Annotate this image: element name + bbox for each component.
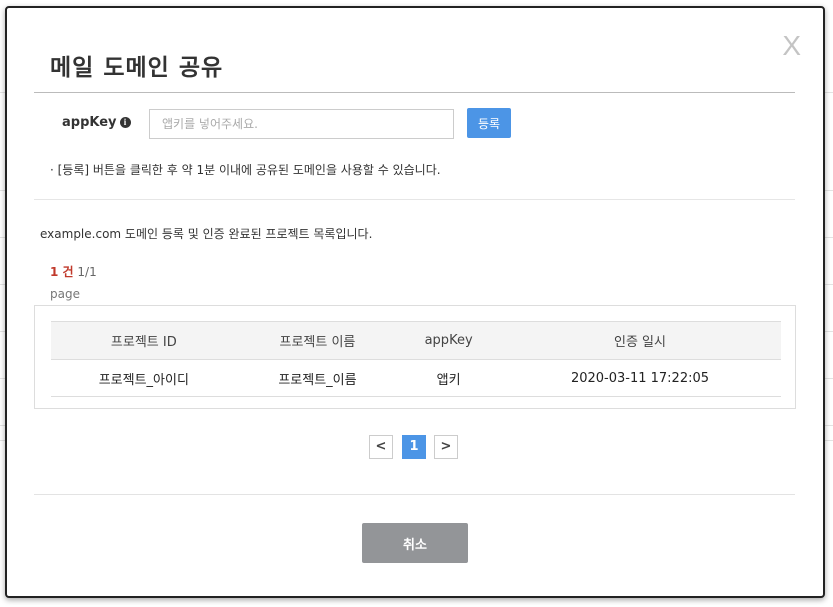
close-button[interactable]: X [782,30,801,62]
appkey-label: appKey i [62,115,131,130]
cell-appkey: 앱키 [398,359,499,397]
modal-title: 메일 도메인 공유 [50,55,224,81]
project-table-container: 프로젝트 ID 프로젝트 이름 appKey 인증 일시 프로젝트_아이디 프로… [34,305,796,409]
register-notice: · [등록] 버튼을 클릭한 후 약 1분 이내에 공유된 도메인을 사용할 수… [50,163,441,177]
appkey-input[interactable] [149,109,454,139]
list-description: example.com 도메인 등록 및 인증 완료된 프로젝트 목록입니다. [40,227,373,241]
column-header-appkey: appKey [398,321,499,360]
project-table: 프로젝트 ID 프로젝트 이름 appKey 인증 일시 프로젝트_아이디 프로… [51,321,781,397]
cancel-button[interactable]: 취소 [362,523,468,563]
prev-page-button[interactable]: < [369,435,393,459]
info-icon[interactable]: i [119,117,131,128]
column-header-project-id: 프로젝트 ID [51,321,237,360]
cell-project-id: 프로젝트_아이디 [51,359,237,397]
table-header-row: 프로젝트 ID 프로젝트 이름 appKey 인증 일시 [51,321,781,360]
column-header-auth-date: 인증 일시 [498,321,781,360]
table-row: 프로젝트_아이디 프로젝트_이름 앱키 2020-03-11 17:22:05 [51,359,781,397]
footer-divider [34,494,795,495]
next-page-button[interactable]: > [434,435,458,459]
cell-auth-date: 2020-03-11 17:22:05 [498,359,781,397]
page-1-button[interactable]: 1 [402,435,426,459]
column-header-project-name: 프로젝트 이름 [236,321,399,360]
section-divider [34,199,795,200]
register-button[interactable]: 등록 [467,108,511,138]
title-divider [34,92,795,93]
count-value: 1 건 [50,265,74,279]
page-info: 1/1 [77,265,97,279]
appkey-label-text: appKey [62,115,117,130]
share-domain-modal: 메일 도메인 공유 X appKeyi 등록 · [등록] 버튼을 클릭한 후 … [5,6,825,598]
page-label: page [50,287,80,301]
cell-project-name: 프로젝트_이름 [236,359,399,397]
result-count: 1 건 1/1 [50,263,97,280]
